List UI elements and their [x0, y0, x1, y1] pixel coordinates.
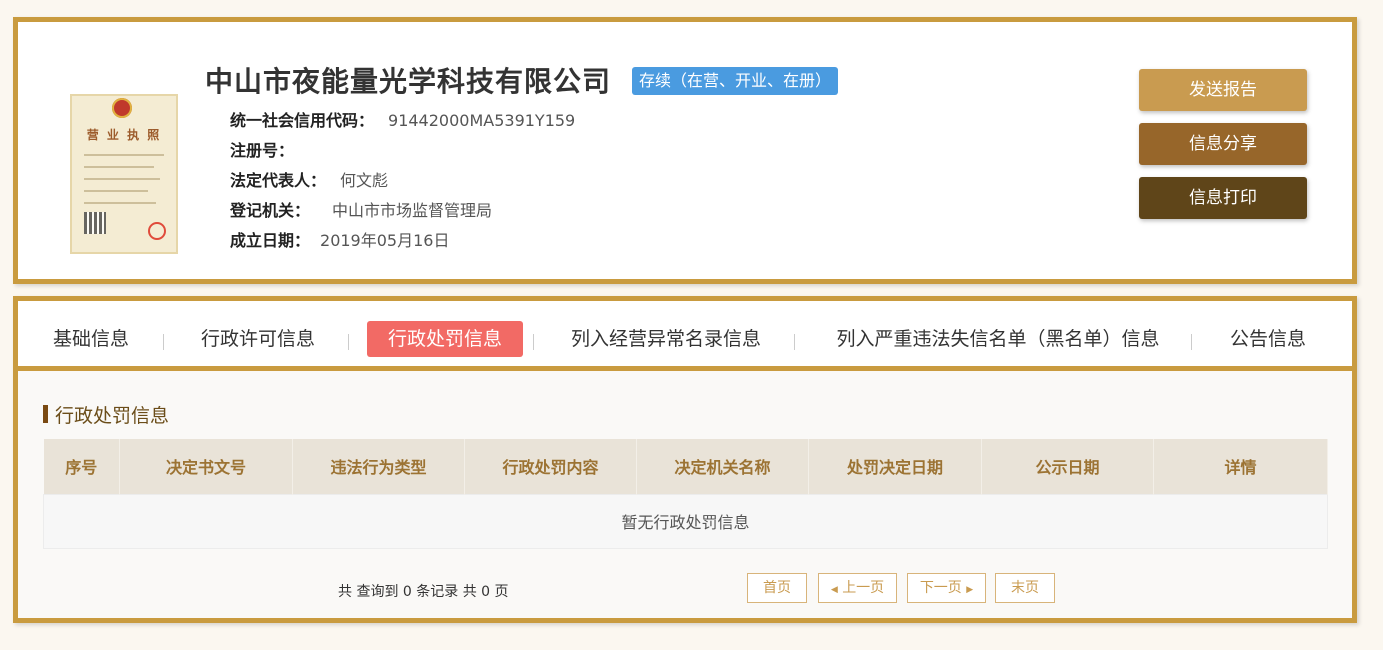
print-info-button[interactable]: 信息打印 — [1139, 177, 1307, 219]
info-label: 登记机关： — [230, 201, 311, 220]
license-text-line — [84, 154, 164, 156]
license-text-line — [84, 190, 148, 192]
info-label: 注册号： — [230, 141, 295, 160]
column-header: 详情 — [1153, 439, 1328, 494]
column-header: 序号 — [43, 439, 120, 494]
info-value: 何文彪 — [340, 171, 389, 190]
column-header: 决定书文号 — [119, 439, 293, 494]
caret-left-icon: ◀ — [830, 585, 838, 595]
next-page-label: 下一页 — [919, 580, 962, 596]
table-header-row: 序号 决定书文号 违法行为类型 行政处罚内容 决定机关名称 处罚决定日期 公示日… — [43, 439, 1328, 494]
info-label: 法定代表人： — [230, 171, 327, 190]
info-row-reg-number: 注册号： — [230, 137, 300, 161]
pagination-summary: 共 查询到 0 条记录 共 0 页 — [338, 584, 509, 600]
status-badge: 存续（在营、开业、在册） — [632, 67, 839, 95]
national-emblem-icon — [112, 98, 132, 118]
license-title: 营 业 执 照 — [86, 128, 162, 142]
license-text-line — [84, 178, 160, 180]
info-row-legal-rep: 法定代表人： 何文彪 — [230, 167, 388, 191]
next-page-button[interactable]: 下一页 ▶ — [907, 573, 986, 603]
tab-basic-info[interactable]: 基础信息 — [46, 321, 136, 357]
last-page-button[interactable]: 末页 — [995, 573, 1055, 603]
column-header: 违法行为类型 — [292, 439, 465, 494]
info-label: 成立日期： — [230, 231, 311, 250]
tab-blacklist[interactable]: 列入严重违法失信名单（黑名单）信息 — [828, 321, 1168, 357]
prev-page-label: 上一页 — [842, 580, 885, 596]
info-label: 统一社会信用代码： — [230, 111, 375, 130]
license-text-line — [84, 166, 154, 168]
column-header: 行政处罚内容 — [464, 439, 637, 494]
info-value: 2019年05月16日 — [320, 231, 450, 250]
seal-icon — [148, 222, 166, 240]
table-row: 暂无行政处罚信息 — [43, 493, 1328, 549]
info-row-authority: 登记机关： 中山市市场监督管理局 — [230, 197, 492, 221]
info-value: 中山市市场监督管理局 — [332, 201, 493, 220]
first-page-button[interactable]: 首页 — [747, 573, 807, 603]
tab-announcement[interactable]: 公告信息 — [1223, 321, 1313, 357]
tab-separator — [1191, 334, 1192, 350]
info-value: 91442000MA5391Y159 — [388, 111, 576, 130]
license-text-line — [84, 202, 156, 204]
tab-separator — [163, 334, 164, 350]
business-license-image: 营 业 执 照 — [70, 94, 178, 254]
qr-code-icon — [84, 212, 106, 234]
info-row-credit-code: 统一社会信用代码： 91442000MA5391Y159 — [230, 107, 575, 131]
penalty-table: 序号 决定书文号 违法行为类型 行政处罚内容 决定机关名称 处罚决定日期 公示日… — [43, 439, 1328, 549]
tab-separator — [348, 334, 349, 350]
column-header: 公示日期 — [981, 439, 1154, 494]
empty-message: 暂无行政处罚信息 — [43, 493, 1328, 549]
caret-right-icon: ▶ — [966, 585, 974, 595]
share-info-button[interactable]: 信息分享 — [1139, 123, 1307, 165]
info-row-established-date: 成立日期： 2019年05月16日 — [230, 227, 449, 251]
tab-admin-license[interactable]: 行政许可信息 — [198, 321, 318, 357]
tab-abnormal-operation[interactable]: 列入经营异常名录信息 — [566, 321, 766, 357]
send-report-button[interactable]: 发送报告 — [1139, 69, 1307, 111]
section-title: 行政处罚信息 — [43, 401, 169, 428]
tab-separator — [794, 334, 795, 350]
tab-bar: 基础信息 行政许可信息 行政处罚信息 列入经营异常名录信息 列入严重违法失信名单… — [18, 301, 1352, 371]
column-header: 决定机关名称 — [636, 439, 809, 494]
detail-panel: 基础信息 行政许可信息 行政处罚信息 列入经营异常名录信息 列入严重违法失信名单… — [13, 296, 1357, 623]
company-card: 营 业 执 照 中山市夜能量光学科技有限公司 存续（在营、开业、在册） 统一社会… — [13, 17, 1357, 284]
column-header: 处罚决定日期 — [808, 439, 982, 494]
prev-page-button[interactable]: ◀ 上一页 — [818, 573, 897, 603]
tab-separator — [533, 334, 534, 350]
tab-admin-penalty[interactable]: 行政处罚信息 — [367, 321, 523, 357]
company-name: 中山市夜能量光学科技有限公司 — [205, 65, 612, 98]
